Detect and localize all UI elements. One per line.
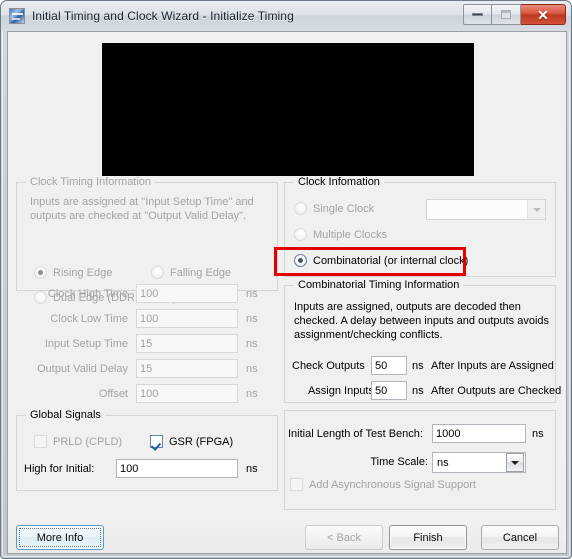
label-clock-high-time: Clock High Time	[47, 288, 128, 300]
radio-label-multiple-clocks: Multiple Clocks	[313, 228, 387, 241]
label-time-scale: Time Scale:	[370, 456, 428, 468]
window-title: Initial Timing and Clock Wizard - Initia…	[32, 9, 294, 23]
input-initial-length-of-test-bench[interactable]	[432, 424, 526, 443]
clock-timing-description-line1: Inputs are assigned at "Input Setup Time…	[30, 196, 254, 208]
unit-assign-inputs: ns	[412, 385, 424, 397]
radio-combinatorial[interactable]: Combinatorial (or internal clock)	[294, 254, 468, 267]
input-output-valid-delay[interactable]	[136, 359, 238, 378]
minimize-icon	[472, 13, 483, 16]
cancel-button[interactable]: Cancel	[481, 525, 559, 550]
app-waveform-icon	[9, 8, 25, 24]
unit-check-outputs: ns	[412, 360, 424, 372]
radio-dot-icon	[151, 266, 164, 279]
input-input-setup-time[interactable]	[136, 334, 238, 353]
combinatorial-description-line2: checked. A delay between inputs and outp…	[294, 315, 550, 327]
radio-label-rising-edge: Rising Edge	[53, 266, 113, 279]
group-title-combinatorial-timing-information: Combinatorial Timing Information	[294, 279, 464, 291]
radio-label-falling-edge: Falling Edge	[170, 266, 232, 279]
combinatorial-description-line1: Inputs are assigned, outputs are decoded…	[294, 301, 521, 313]
checkbox-check-icon	[150, 435, 163, 448]
back-button-label: < Back	[327, 531, 361, 544]
radio-dot-icon	[294, 228, 307, 241]
dialog-window: Initial Timing and Clock Wizard - Initia…	[0, 0, 572, 559]
checkbox-prld-cpld[interactable]: PRLD (CPLD)	[34, 435, 122, 448]
input-clock-low-time[interactable]	[136, 309, 238, 328]
label-assign-inputs: Assign Inputs	[307, 385, 374, 397]
label-initial-length-of-test-bench: Initial Length of Test Bench:	[288, 428, 423, 440]
input-clock-high-time[interactable]	[136, 284, 238, 303]
maximize-button[interactable]	[492, 4, 521, 25]
radio-multiple-clocks[interactable]: Multiple Clocks	[294, 228, 387, 241]
group-title-clock-timing-information: Clock Timing Information	[26, 176, 156, 188]
label-input-setup-time: Input Setup Time	[44, 338, 128, 350]
maximize-icon	[501, 10, 511, 19]
label-offset: Offset	[98, 388, 128, 400]
window-controls: ✕	[463, 4, 566, 25]
more-info-button[interactable]: More Info	[16, 525, 104, 550]
checkbox-label-add-asynchronous-signal-support: Add Asynchronous Signal Support	[309, 478, 476, 491]
label-check-outputs: Check Outputs	[292, 360, 365, 372]
checkbox-label-gsr-fpga: GSR (FPGA)	[169, 435, 234, 448]
radio-dot-icon	[294, 254, 307, 267]
combo-value-time-scale: ns	[437, 456, 449, 469]
combo-time-scale[interactable]: ns	[432, 452, 526, 473]
combinatorial-description-line3: assignment/checking conflicts.	[294, 329, 443, 341]
waveform-preview-canvas	[102, 43, 474, 176]
radio-label-combinatorial: Combinatorial (or internal clock)	[313, 254, 469, 267]
radio-single-clock[interactable]: Single Clock	[294, 202, 374, 215]
cancel-button-label: Cancel	[502, 531, 538, 544]
dialog-client-area: Clock Timing Information Inputs are assi…	[7, 31, 567, 523]
input-offset[interactable]	[136, 384, 238, 403]
radio-falling-edge[interactable]: Falling Edge	[151, 266, 231, 279]
combinatorial-timing-description: Inputs are assigned, outputs are decoded…	[294, 300, 550, 342]
input-high-for-initial[interactable]	[116, 459, 238, 478]
group-title-clock-information: Clock Infomation	[294, 176, 384, 188]
clock-timing-description-line2: outputs are checked at "Output Valid Del…	[30, 210, 247, 222]
more-info-button-label: More Info	[36, 531, 84, 544]
suffix-check-outputs: After Inputs are Assigned	[431, 360, 554, 372]
finish-button[interactable]: Finish	[389, 525, 467, 550]
finish-button-label: Finish	[413, 531, 443, 544]
label-output-valid-delay: Output Valid Delay	[37, 363, 128, 375]
close-button[interactable]: ✕	[521, 4, 566, 25]
suffix-assign-inputs: After Outputs are Checked	[431, 385, 562, 397]
label-high-for-initial: High for Initial:	[24, 463, 95, 475]
group-global-signals: Global Signals	[16, 409, 278, 491]
input-check-outputs[interactable]	[371, 356, 407, 375]
radio-dot-icon	[294, 202, 307, 215]
unit-output-valid-delay: ns	[246, 363, 258, 375]
checkbox-box-icon	[290, 478, 303, 491]
radio-rising-edge[interactable]: Rising Edge	[34, 266, 112, 279]
group-title-global-signals: Global Signals	[26, 409, 105, 421]
unit-high-for-initial: ns	[246, 463, 258, 475]
unit-input-setup-time: ns	[246, 338, 258, 350]
combo-clock-select[interactable]	[426, 199, 546, 220]
label-clock-low-time: Clock Low Time	[50, 313, 128, 325]
clock-timing-description: Inputs are assigned at "Input Setup Time…	[30, 195, 270, 223]
checkbox-add-asynchronous-signal-support[interactable]: Add Asynchronous Signal Support	[290, 478, 476, 491]
minimize-button[interactable]	[463, 4, 492, 25]
chevron-down-icon[interactable]	[527, 200, 545, 219]
radio-dot-icon	[34, 266, 47, 279]
chevron-down-icon[interactable]	[506, 453, 524, 472]
unit-clock-low-time: ns	[246, 313, 258, 325]
checkbox-label-prld-cpld: PRLD (CPLD)	[53, 435, 123, 448]
unit-offset: ns	[246, 388, 258, 400]
close-icon: ✕	[537, 6, 549, 23]
checkbox-box-icon	[34, 435, 47, 448]
title-bar[interactable]: Initial Timing and Clock Wizard - Initia…	[1, 1, 571, 31]
checkbox-gsr-fpga[interactable]: GSR (FPGA)	[150, 435, 233, 448]
unit-clock-high-time: ns	[246, 288, 258, 300]
unit-initial-length-of-test-bench: ns	[532, 428, 544, 440]
back-button[interactable]: < Back	[305, 525, 383, 550]
radio-label-single-clock: Single Clock	[313, 202, 375, 215]
dialog-footer: More Info < Back Finish Cancel	[7, 522, 567, 554]
input-assign-inputs[interactable]	[371, 381, 407, 400]
